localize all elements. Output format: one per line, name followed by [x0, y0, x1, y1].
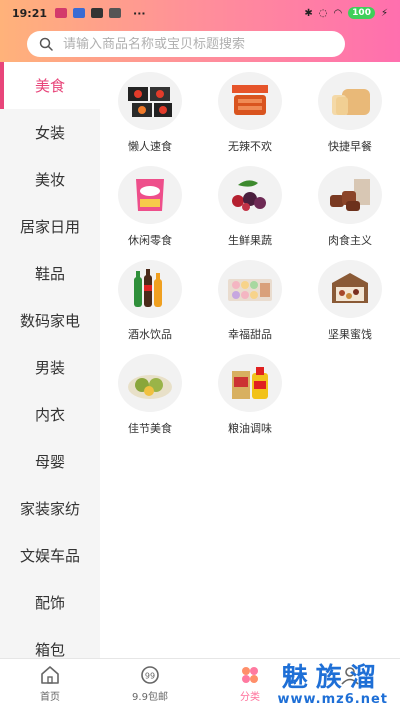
bluetooth-icon: ✱ [304, 7, 313, 19]
subcategory-label: 酒水饮品 [128, 328, 172, 341]
subcategory-label: 无辣不欢 [228, 140, 272, 153]
sidebar-item-label: 男装 [34, 359, 65, 377]
watermark-url: www.mz6.net [277, 692, 388, 707]
subcategory-item[interactable]: 懒人速食 [100, 62, 200, 156]
subcategory-item[interactable]: 快捷早餐 [300, 62, 400, 156]
sidebar-item-label: 居家日用 [19, 218, 80, 236]
sidebar-item-label: 配饰 [34, 594, 65, 612]
sidebar-item-label: 家装家纺 [19, 500, 80, 518]
subcategory-item[interactable]: 幸福甜品 [200, 250, 300, 344]
sidebar-item-accessories[interactable]: 配饰 [0, 579, 100, 626]
subcategory-item[interactable]: 肉食主义 [300, 156, 400, 250]
app-notification-icon [73, 8, 86, 18]
subcategory-item[interactable]: 粮油调味 [200, 344, 300, 438]
subcategory-item[interactable]: 生鲜果蔬 [200, 156, 300, 250]
search-bar[interactable] [27, 31, 345, 57]
drinks-icon [118, 260, 182, 318]
wifi-icon: ◠ [333, 7, 343, 19]
home-icon [41, 666, 59, 684]
bread-icon [318, 72, 382, 130]
subcategory-item[interactable]: 无辣不欢 [200, 62, 300, 156]
sidebar-item-electronics[interactable]: 数码家电 [0, 297, 100, 344]
macaron-icon [218, 260, 282, 318]
subcategory-label: 生鲜果蔬 [228, 234, 272, 247]
status-indicators: ✱ ◌ ◠ 100 ⚡ [304, 7, 388, 19]
subcategory-label: 佳节美食 [128, 422, 172, 435]
category-sidebar: 美食 女装 美妆 居家日用 鞋品 数码家电 男装 内衣 母婴 家装家纺 文娱车品… [0, 62, 100, 658]
category-icon [242, 667, 258, 683]
sidebar-item-mens-clothing[interactable]: 男装 [0, 344, 100, 391]
subcategory-label: 粮油调味 [228, 422, 272, 435]
sidebar-item-household[interactable]: 居家日用 [0, 203, 100, 250]
subcategory-label: 坚果蜜饯 [328, 328, 372, 341]
sidebar-item-label: 文娱车品 [19, 547, 80, 565]
status-bar: 19:21 ··· ✱ ◌ ◠ 100 ⚡ [0, 0, 400, 26]
sidebar-item-label: 美妆 [34, 171, 65, 189]
nav-label: 首页 [40, 692, 60, 703]
battery-icon: 100 [348, 7, 375, 19]
subcategory-label: 幸福甜品 [228, 328, 272, 341]
app-notification-icon [109, 8, 122, 18]
spicy-snack-icon [218, 72, 282, 130]
meat-icon [318, 166, 382, 224]
subcategory-label: 休闲零食 [128, 234, 172, 247]
sidebar-item-womens-clothing[interactable]: 女装 [0, 109, 100, 156]
subcategory-label: 懒人速食 [128, 140, 172, 153]
search-icon [39, 37, 53, 51]
nuts-icon [318, 260, 382, 318]
nav-label: 9.9包邮 [132, 692, 168, 703]
header [0, 26, 400, 62]
search-input[interactable] [63, 36, 323, 52]
subcategory-item[interactable]: 酒水饮品 [100, 250, 200, 344]
nav-home[interactable]: 首页 [0, 659, 100, 711]
status-app-icons: ··· [55, 7, 146, 20]
sidebar-item-underwear[interactable]: 内衣 [0, 391, 100, 438]
sidebar-item-label: 母婴 [34, 453, 65, 471]
sidebar-item-label: 数码家电 [19, 312, 80, 330]
sidebar-item-label: 内衣 [34, 406, 65, 424]
fruit-icon [218, 166, 282, 224]
snack-bag-icon [118, 166, 182, 224]
festival-food-icon [118, 354, 182, 412]
status-time: 19:21 [12, 6, 48, 20]
nav-label: 分类 [240, 692, 260, 703]
sidebar-item-label: 箱包 [34, 641, 65, 658]
watermark-main: 魅族溜 [281, 663, 384, 693]
subcategory-label: 肉食主义 [328, 234, 372, 247]
sidebar-item-label: 女装 [34, 124, 65, 142]
app-notification-icon [91, 8, 104, 18]
instant-noodles-icon [118, 72, 182, 130]
sidebar-item-home-textiles[interactable]: 家装家纺 [0, 485, 100, 532]
subcategory-item[interactable]: 佳节美食 [100, 344, 200, 438]
sidebar-item-label: 鞋品 [34, 265, 65, 283]
app-notification-icon [55, 8, 68, 18]
subcategory-item[interactable]: 休闲零食 [100, 156, 200, 250]
watermark-logo: 魅族溜 www.mz6.net [277, 664, 388, 707]
mute-icon: ◌ [318, 7, 328, 19]
svg-text:99: 99 [145, 672, 155, 681]
more-notifications-icon: ··· [133, 6, 146, 20]
charging-icon: ⚡ [380, 7, 388, 19]
sidebar-item-shoes[interactable]: 鞋品 [0, 250, 100, 297]
cooking-oil-icon [218, 354, 282, 412]
sidebar-item-food[interactable]: 美食 [0, 62, 100, 109]
subcategory-label: 快捷早餐 [328, 140, 372, 153]
sidebar-item-entertainment-auto[interactable]: 文娱车品 [0, 532, 100, 579]
nine-nine-icon: 99 [141, 666, 159, 684]
subcategory-item[interactable]: 坚果蜜饯 [300, 250, 400, 344]
sidebar-item-beauty[interactable]: 美妆 [0, 156, 100, 203]
sidebar-item-label: 美食 [34, 77, 65, 95]
subcategory-grid: 懒人速食 无辣不欢 快捷早餐 休闲零食 生鲜果蔬 肉食主义 酒水饮品 幸福甜品 … [100, 62, 400, 438]
nav-nine-nine[interactable]: 99 9.9包邮 [100, 659, 200, 711]
sidebar-item-baby[interactable]: 母婴 [0, 438, 100, 485]
sidebar-item-bags[interactable]: 箱包 [0, 626, 100, 658]
